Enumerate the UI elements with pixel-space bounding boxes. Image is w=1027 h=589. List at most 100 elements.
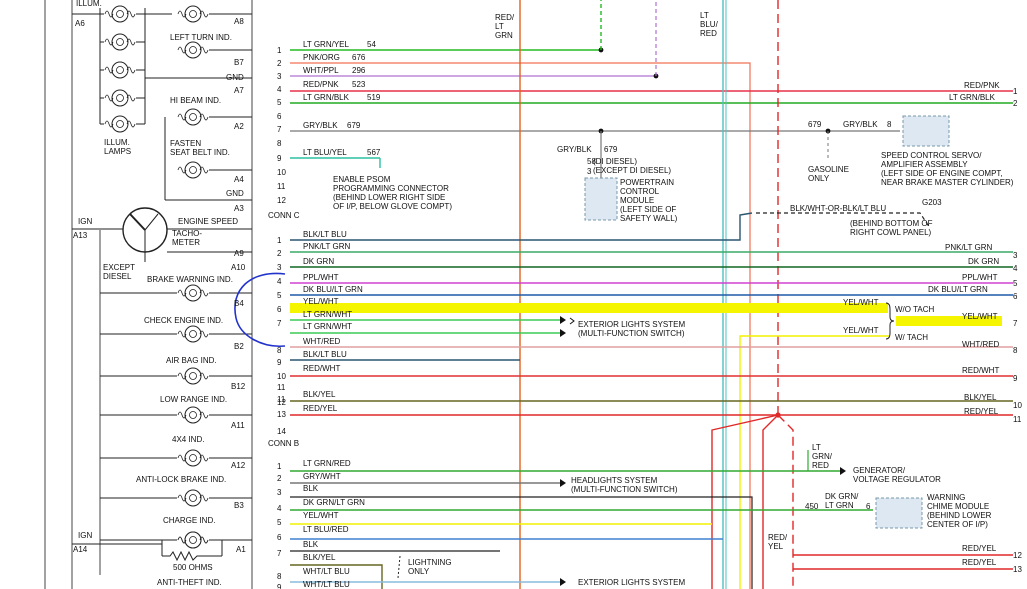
- gnd-label: GND: [226, 73, 244, 82]
- wiring-diagram: ILLUM. ILLUM. LAMPS A6 A8LEFT TURN IND. B7 GND…: [44, 0, 1022, 589]
- wire-color-label: DK BLU/LT GRN: [303, 285, 363, 294]
- pin-label: A10: [231, 263, 246, 272]
- indicator-lamp-icon: [177, 161, 209, 179]
- ground-wire-label: BLK/WHT-OR-BLK/LT BLU: [790, 204, 886, 213]
- right-wire-label: YEL/WHT: [962, 312, 998, 321]
- right-wire-label: BLK/YEL: [964, 393, 997, 402]
- indicator-lamp-icon: [177, 41, 209, 59]
- circuit-number: 676: [352, 53, 366, 62]
- wire-color-label: RED/YEL: [303, 404, 338, 413]
- wire-color-label: WHT/LT BLU: [303, 580, 350, 589]
- connector-pin: 12: [277, 398, 286, 407]
- circuit-number: 567: [367, 148, 381, 157]
- connector-pin: 8: [277, 572, 282, 581]
- bulb-icon: [184, 161, 202, 179]
- bulb-icon: [184, 406, 202, 424]
- wo-tach-label: W/O TACH: [895, 305, 934, 314]
- indicator-label: ANTI-LOCK BRAKE IND.: [136, 475, 226, 484]
- pin-label: A7: [234, 86, 244, 95]
- vertical-wire-label: RED/YEL: [768, 533, 788, 551]
- connector-pin: 4: [277, 504, 282, 513]
- vertical-wire-label: LT BLU/RED: [700, 11, 719, 38]
- connector-pin: 11: [277, 383, 286, 392]
- right-wire-label: YEL/WHT: [843, 326, 879, 335]
- wire-color-label: RED/PNK: [303, 80, 339, 89]
- connector-pin: 5: [1013, 279, 1018, 288]
- wire-color-label: YEL/WHT: [303, 297, 339, 306]
- pin-label: A2: [234, 122, 244, 131]
- indicator-label: LEFT TURN IND.: [170, 33, 232, 42]
- connector-pin: 13: [1013, 565, 1022, 574]
- right-wire-label: RED/YEL: [962, 544, 997, 553]
- indicator-lamp-icon: [177, 367, 209, 385]
- pin-label: A8: [234, 17, 244, 26]
- pin-label: A9: [234, 249, 244, 258]
- bulb-icon: [111, 33, 129, 51]
- pin-label: B4: [234, 299, 244, 308]
- connector-pin: 8: [277, 346, 282, 355]
- connector-pin: 3: [277, 488, 282, 497]
- wire-color-label: BLK: [303, 540, 319, 549]
- connector-pin: 3: [277, 263, 282, 272]
- circuit-number: 54: [367, 40, 376, 49]
- illum-lamp-icon: [104, 115, 136, 133]
- wire-color-label: DK GRN/LT GRN: [303, 498, 365, 507]
- bracket-icon: [569, 317, 575, 325]
- circuit-number: 679: [808, 120, 822, 129]
- pin-label: 6: [866, 502, 871, 511]
- connector-pin: 6: [277, 533, 282, 542]
- pin-label: A11: [231, 421, 245, 430]
- pin-label: B12: [231, 382, 246, 391]
- indicator-lamp-icon: [177, 489, 209, 507]
- wire-color-label: PNK/LT GRN: [303, 242, 350, 251]
- tacho-label: TACHO-METER: [172, 229, 202, 247]
- circuit-number: 679: [347, 121, 361, 130]
- connector-pin: 1: [277, 46, 282, 55]
- pcm-module: [584, 177, 618, 221]
- connector-pin: 10: [1013, 401, 1022, 410]
- wire-color-label: GRY/BLK: [303, 121, 338, 130]
- bulb-icon: [111, 89, 129, 107]
- wire-color-label: BLK/LT BLU: [303, 350, 347, 359]
- connector-pin: 9: [1013, 374, 1018, 383]
- connector-pin: 3: [277, 72, 282, 81]
- connector-pin: 2: [277, 474, 282, 483]
- wire-color-label: LT GRN/WHT: [303, 322, 352, 331]
- connector-pin: 13: [277, 410, 286, 419]
- right-wire-label: DK BLU/LT GRN: [928, 285, 988, 294]
- wire-red-yel: [711, 414, 779, 589]
- connector-b-label: CONN B: [268, 439, 299, 448]
- indicator-label: HI BEAM IND.: [170, 96, 221, 105]
- wire-color-label: LT BLU/YEL: [303, 148, 347, 157]
- wire-color-label: BLK/YEL: [303, 553, 336, 562]
- bulb-icon: [184, 449, 202, 467]
- arrow-icon: [560, 329, 566, 337]
- connector-pin: 7: [1013, 319, 1018, 328]
- wire-red-yel: [777, 414, 794, 589]
- wire-color-label: DK GRN/LT GRN: [825, 492, 859, 510]
- connector-pin: 11: [277, 182, 286, 191]
- connector-pin: 2: [277, 249, 282, 258]
- pin-label: A4: [234, 175, 244, 184]
- w-tach-label: W/ TACH: [895, 333, 928, 342]
- indicator-lamp-icon: [177, 325, 209, 343]
- pin-label: B7: [234, 58, 244, 67]
- indicator-lamp-icon: [177, 531, 209, 549]
- wire-color-label: LT GRN/YEL: [303, 40, 349, 49]
- indicator-lamp-icon: [177, 406, 209, 424]
- ground-location-label: (BEHIND BOTTOM OF RIGHT COWL PANEL): [850, 219, 933, 237]
- illum-lamp-icon: [104, 5, 136, 23]
- right-wire-label: YEL/WHT: [843, 298, 879, 307]
- indicator-label: CHECK ENGINE IND.: [144, 316, 223, 325]
- wire-color-label: GRY/WHT: [303, 472, 341, 481]
- indicator-label: FASTEN SEAT BELT IND.: [170, 139, 230, 157]
- circuit-number: 679: [604, 145, 618, 154]
- wire-color-label: LT GRN/BLK: [303, 93, 350, 102]
- indicator-label: ENGINE SPEED: [178, 217, 238, 226]
- connector-pin: 9: [277, 583, 282, 589]
- connector-pin: 6: [277, 305, 282, 314]
- connector-pin: 1: [1013, 87, 1018, 96]
- pin-label: A1: [236, 545, 246, 554]
- wire-color-label: WHT/RED: [303, 337, 341, 346]
- circuit-number: 523: [352, 80, 366, 89]
